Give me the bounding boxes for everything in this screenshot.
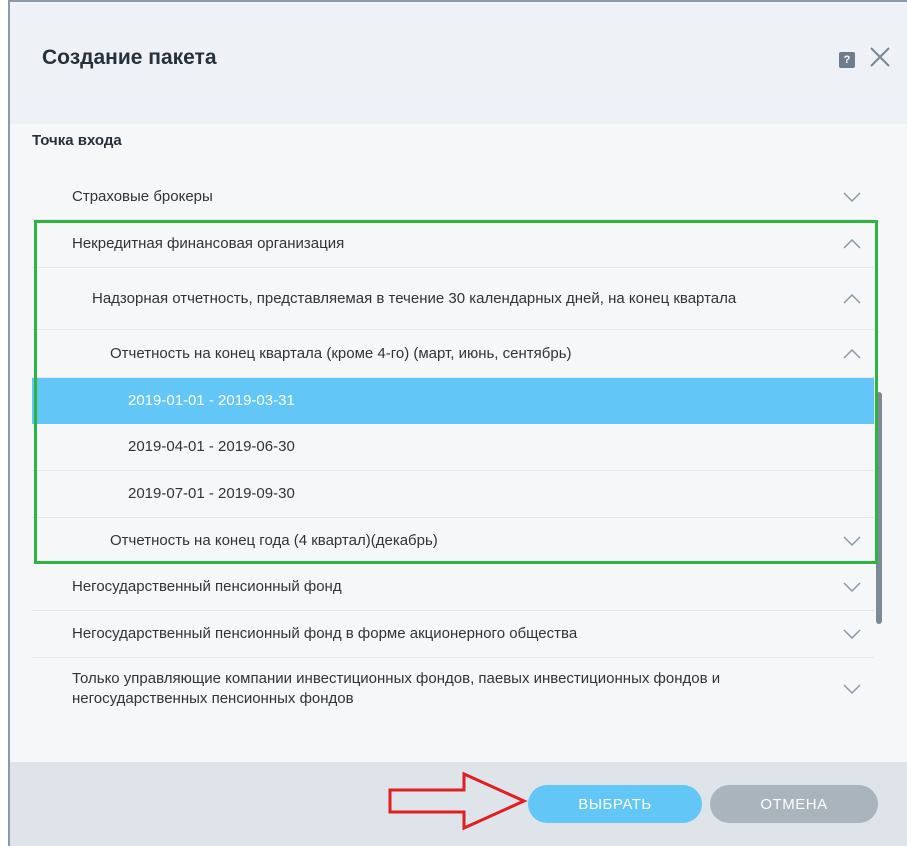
tree-row-label: Отчетность на конец года (4 квартал)(дек… — [110, 531, 438, 549]
tree-row-label: 2019-04-01 - 2019-06-30 — [128, 438, 295, 455]
close-icon[interactable] — [867, 44, 893, 70]
tree-row-label: Негосударственный пенсионный фонд в форм… — [72, 625, 578, 642]
dialog-header: Создание пакета ? — [10, 2, 907, 124]
chevron-down-icon[interactable] — [842, 581, 862, 593]
entry-point-tree: Страховые брокеры Некредитная финансовая… — [32, 174, 874, 718]
question-icon[interactable]: ? — [839, 52, 855, 68]
entry-point-label: Точка входа — [32, 132, 122, 149]
chevron-up-icon[interactable] — [842, 348, 862, 360]
tree-row-period-q1[interactable]: 2019-01-01 - 2019-03-31 — [32, 378, 874, 424]
select-button[interactable]: ВЫБРАТЬ — [528, 785, 702, 823]
cancel-button[interactable]: ОТМЕНА — [710, 785, 878, 823]
tree-row-supervisory-reporting[interactable]: Надзорная отчетность, представляемая в т… — [32, 268, 874, 330]
tree-row-label: Негосударственный пенсионный фонд — [72, 578, 342, 595]
tree-row-label: Отчетность на конец квартала (кроме 4-го… — [110, 344, 572, 362]
annotation-arrow-icon — [388, 771, 528, 831]
dialog-title: Создание пакета — [42, 46, 217, 69]
tree-row-non-credit-org[interactable]: Некредитная финансовая организация — [32, 220, 874, 268]
chevron-down-icon[interactable] — [842, 683, 862, 695]
tree-row-npf[interactable]: Негосударственный пенсионный фонд — [32, 564, 874, 611]
tree-row-label: 2019-07-01 - 2019-09-30 — [128, 485, 295, 502]
tree-row-label: Страховые брокеры — [72, 187, 213, 205]
chevron-down-icon[interactable] — [842, 535, 862, 547]
chevron-down-icon[interactable] — [842, 628, 862, 640]
tree-row-label: Некредитная финансовая организация — [72, 234, 345, 252]
tree-row-label: Надзорная отчетность, представляемая в т… — [92, 289, 737, 307]
tree-row-label: Только управляющие компании инвестиционн… — [72, 669, 721, 707]
tree-row-label: 2019-01-01 - 2019-03-31 — [128, 391, 295, 409]
chevron-down-icon[interactable] — [842, 191, 862, 203]
tree-row-quarter-reporting[interactable]: Отчетность на конец квартала (кроме 4-го… — [32, 330, 874, 378]
tree-row-period-q2[interactable]: 2019-04-01 - 2019-06-30 — [32, 424, 874, 471]
tree-row-period-q3[interactable]: 2019-07-01 - 2019-09-30 — [32, 471, 874, 518]
tree-row-npf-jsc[interactable]: Негосударственный пенсионный фонд в форм… — [32, 611, 874, 658]
chevron-up-icon[interactable] — [842, 238, 862, 250]
tree-scrollbar[interactable] — [876, 392, 882, 624]
tree-row-year-reporting[interactable]: Отчетность на конец года (4 квартал)(дек… — [32, 518, 874, 564]
tree-row-management-companies[interactable]: Только управляющие компании инвестиционн… — [32, 658, 874, 718]
chevron-up-icon[interactable] — [842, 293, 862, 305]
tree-row-insurance-brokers[interactable]: Страховые брокеры — [32, 174, 874, 220]
